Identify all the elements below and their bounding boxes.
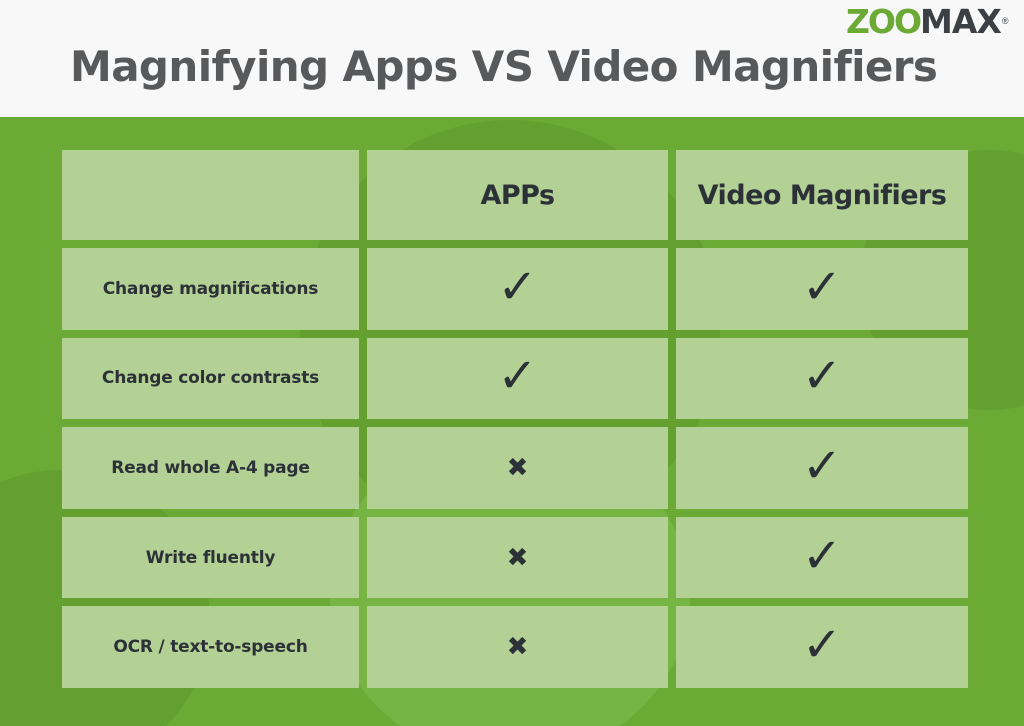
video-magnifiers-column-header: Video Magnifiers [697,179,947,211]
feature-label: Change color contrasts [101,368,320,389]
apps-value-cell: ✖ [367,516,668,599]
infographic-page: ZOO MAX ® Magnifying Apps VS Video Magnifi… [0,0,1024,726]
feature-label: Write fluently [145,547,276,568]
apps-column-header: APPs [480,179,555,211]
registered-trademark-icon: ® [1001,16,1009,26]
header-band: ZOO MAX ® Magnifying Apps VS Video Magnifi… [0,0,1024,117]
page-title: Magnifying Apps VS Video Magnifiers [70,42,938,91]
checkmark-icon: ✓ [497,258,538,315]
checkmark-icon: ✓ [801,437,843,494]
apps-value-cell: ✓ [367,248,668,330]
apps-value-cell: ✓ [367,337,668,420]
video-magnifiers-value-cell: ✓ [676,606,968,688]
comparison-table: APPs Video Magnifiers Change magnificati… [62,150,968,688]
logo-zoo-text: ZOO [845,1,922,41]
table-row: Read whole A-4 page [62,427,359,509]
feature-label: Change magnifications [102,278,319,299]
cross-icon: ✖ [506,452,529,483]
video-magnifiers-value-cell: ✓ [676,516,968,599]
video-magnifiers-value-cell: ✓ [676,427,968,509]
table-header-empty-cell [62,150,359,240]
feature-label: OCR / text-to-speech [113,637,308,658]
feature-label: Read whole A-4 page [111,457,310,478]
checkmark-icon: ✓ [801,348,843,405]
table-row: OCR / text-to-speech [62,606,359,688]
checkmark-icon: ✓ [801,527,843,584]
table-header-apps: APPs [367,150,668,240]
table-row: Write fluently [62,516,359,599]
table-row: Change color contrasts [62,337,359,420]
checkmark-icon: ✓ [801,258,843,315]
table-row: Change magnifications [62,248,359,330]
logo-max-text: MAX [920,1,1002,41]
cross-icon: ✖ [506,632,529,663]
checkmark-icon: ✓ [497,348,538,405]
zoomax-logo: ZOO MAX ® [845,1,1009,41]
apps-value-cell: ✖ [367,427,668,509]
video-magnifiers-value-cell: ✓ [676,337,968,420]
apps-value-cell: ✖ [367,606,668,688]
video-magnifiers-value-cell: ✓ [676,248,968,330]
cross-icon: ✖ [506,542,529,573]
table-header-video-magnifiers: Video Magnifiers [676,150,968,240]
checkmark-icon: ✓ [801,617,843,674]
